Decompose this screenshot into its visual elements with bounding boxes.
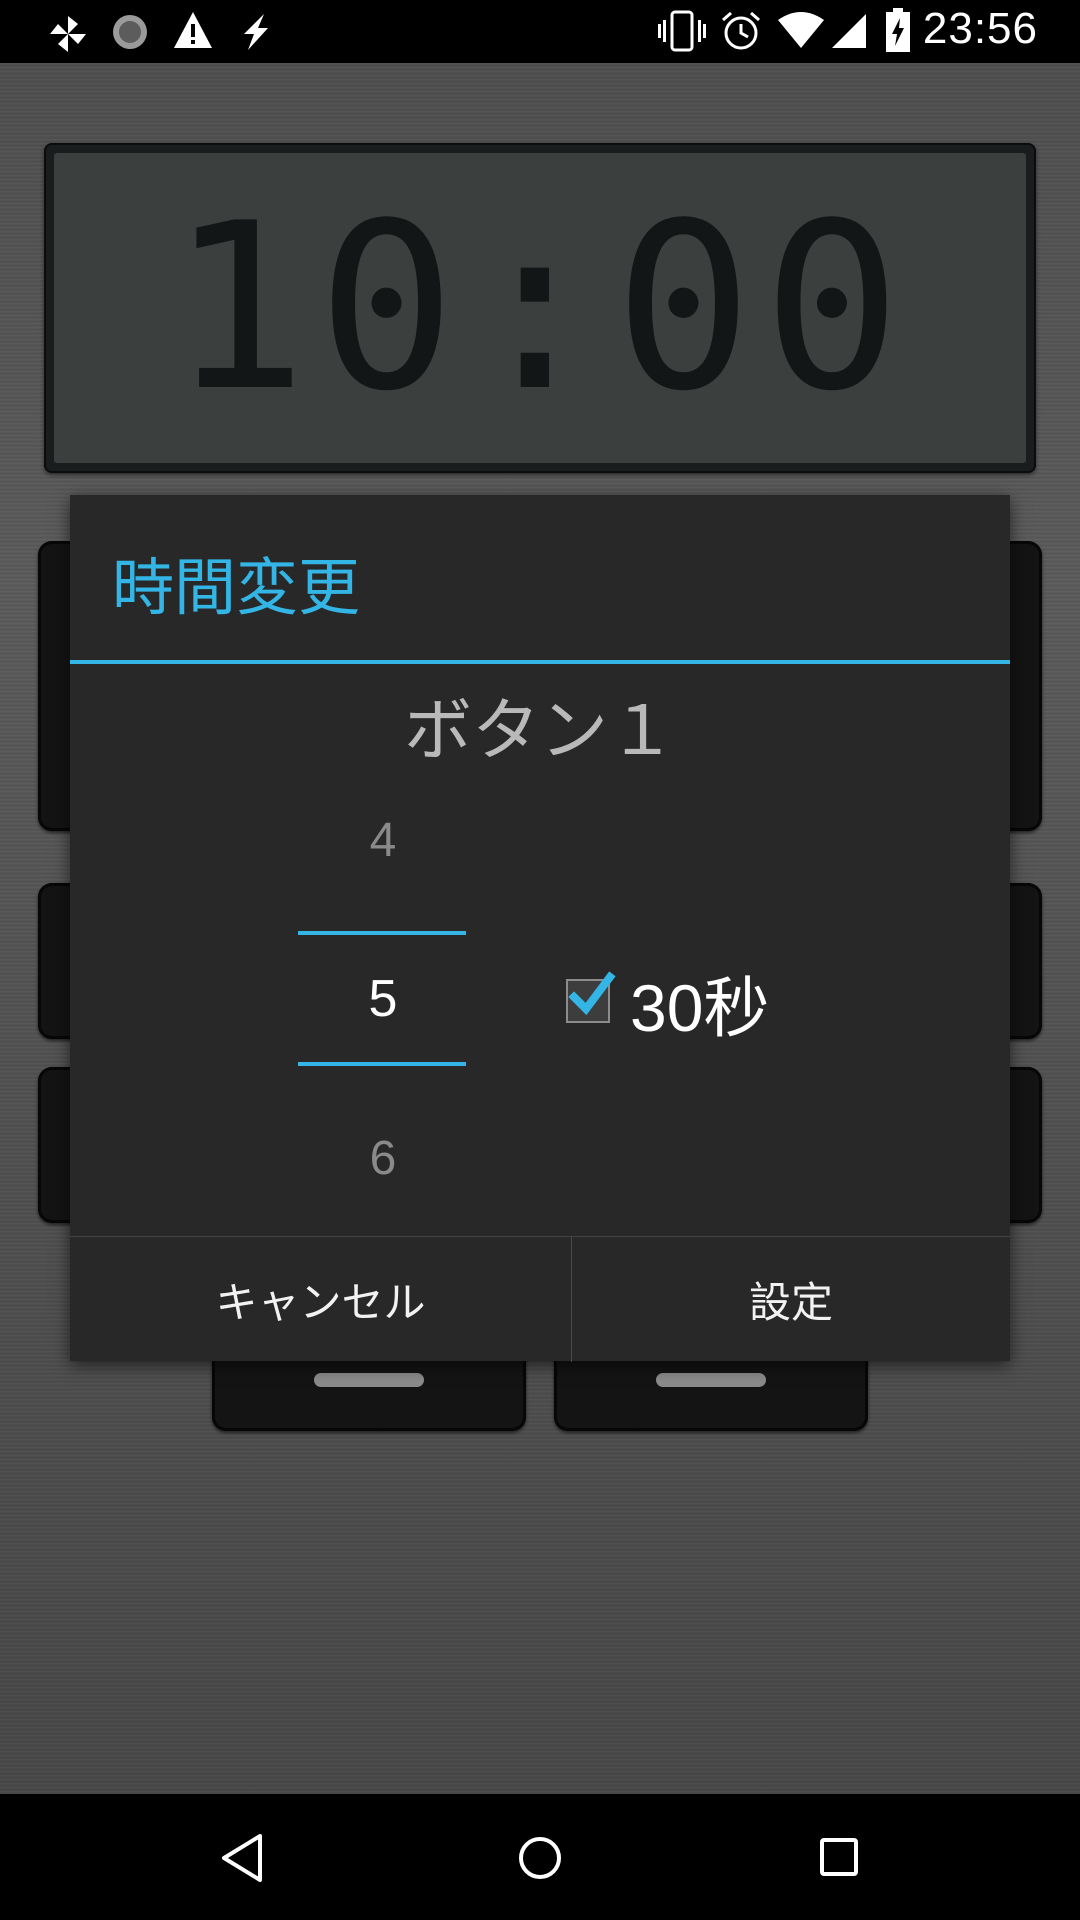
time-change-dialog: 時間変更 ボタン１ 4 5 6 30秒 キャンセル 設定	[70, 495, 1010, 1362]
home-icon[interactable]	[516, 1830, 564, 1886]
signal-icon	[832, 14, 866, 48]
status-bar: 23:56	[0, 0, 1080, 63]
wifi-icon	[778, 12, 824, 48]
vibrate-icon	[658, 10, 706, 52]
back-icon[interactable]	[216, 1830, 268, 1886]
dialog-title: 時間変更	[112, 551, 361, 624]
status-time: 23:56	[922, 4, 1038, 53]
thirty-seconds-checkbox[interactable]	[566, 971, 616, 1023]
lcd-frame: 10:00	[44, 143, 1036, 473]
button-label: ボタン１	[403, 692, 676, 771]
thirty-seconds-label[interactable]: 30秒	[630, 955, 769, 1051]
start-button-indicator	[314, 1373, 424, 1387]
dialog-button-bar: キャンセル 設定	[70, 1236, 1010, 1362]
check-icon	[568, 971, 616, 1016]
picker-next-value[interactable]: 6	[298, 1131, 468, 1186]
title-divider	[70, 660, 1010, 664]
picker-selected-value[interactable]: 5	[298, 969, 468, 1029]
reset-button-indicator	[656, 1373, 766, 1387]
recents-icon[interactable]	[814, 1830, 862, 1886]
cancel-button[interactable]: キャンセル	[70, 1237, 571, 1362]
battery-charging-icon	[886, 8, 910, 52]
picker-bottom-line	[298, 1062, 466, 1066]
picker-prev-value[interactable]: 4	[298, 813, 468, 868]
alarm-icon	[722, 11, 760, 50]
navigation-bar	[0, 1794, 1080, 1920]
set-button[interactable]: 設定	[572, 1237, 1010, 1362]
pinwheel-icon	[50, 16, 86, 52]
warning-icon	[174, 12, 212, 48]
picker-top-line	[298, 931, 466, 935]
flash-icon	[244, 14, 268, 50]
lcd-display: 10:00	[54, 153, 1026, 463]
loading-icon	[113, 15, 147, 49]
timer-display: 10:00	[168, 174, 912, 442]
